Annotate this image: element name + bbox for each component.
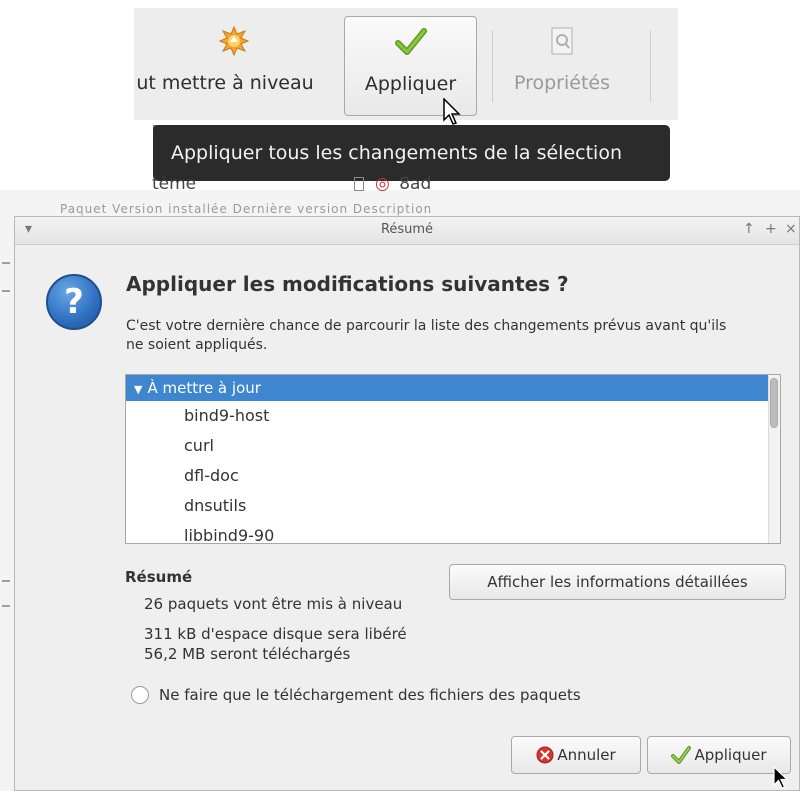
expander-down-icon[interactable]: ▼ [134, 383, 142, 396]
cancel-button[interactable]: Annuler [511, 736, 641, 774]
list-item[interactable]: curl [126, 431, 780, 461]
background-column-headers: Paquet Version installée Dernière versio… [60, 202, 433, 216]
background-row-text: 8ad [399, 174, 432, 194]
dialog-titlebar[interactable]: ▾ Résumé ↑ + × [15, 217, 799, 245]
cancel-icon [536, 746, 554, 764]
apply-toolbar-label: Appliquer [364, 73, 457, 95]
properties-icon [550, 24, 574, 58]
cancel-label: Annuler [557, 746, 616, 764]
apply-button[interactable]: Appliquer [647, 736, 791, 774]
properties-label: Propriétés [513, 72, 611, 94]
upgrade-star-icon [219, 24, 249, 58]
dialog-description: C'est votre dernière chance de parcourir… [126, 318, 727, 353]
list-item[interactable]: bind9-host [126, 401, 780, 431]
maximize-icon[interactable]: + [765, 221, 777, 237]
background-edge-mark [2, 290, 10, 292]
summary-dialog: ▾ Résumé ↑ + × ? Appliquer les modificat… [14, 216, 800, 791]
list-item[interactable]: dfl-doc [126, 461, 780, 491]
download-only-label: Ne faire que le téléchargement des fichi… [159, 686, 581, 704]
apply-tooltip: Appliquer tous les changements de la sél… [153, 125, 670, 181]
background-fragment: tème ◎ 8ad [152, 174, 431, 194]
toolbar: ut mettre à niveau Appliquer Propriétés [134, 8, 678, 120]
group-label: À mettre à jour [147, 379, 261, 397]
background-fragment-text: tème [152, 174, 197, 194]
scrollbar-thumb[interactable] [770, 378, 778, 428]
list-item[interactable]: dnsutils [126, 491, 780, 521]
apply-label: Appliquer [694, 746, 767, 764]
package-list[interactable]: ▼ À mettre à jour bind9-host curl dfl-doc… [125, 374, 781, 544]
upgrade-all-label: ut mettre à niveau [136, 72, 314, 94]
summary-disk-space: 311 kB d'espace disque sera libéré [144, 625, 407, 643]
summary-upgrades: 26 paquets vont être mis à niveau [144, 595, 403, 613]
background-row-icon: ◎ [374, 174, 390, 194]
dialog-title: Résumé [380, 222, 434, 237]
summary-label: Résumé [125, 568, 193, 586]
summary-download-size: 56,2 MB seront téléchargés [144, 645, 351, 663]
background-edge-mark [2, 262, 10, 264]
list-item[interactable]: libbind9-90 [126, 521, 780, 543]
checkmark-icon [671, 746, 692, 764]
show-details-button[interactable]: Afficher les informations détaillées [449, 564, 786, 600]
toolbar-separator [650, 30, 651, 102]
question-icon: ? [46, 274, 102, 330]
keep-above-icon[interactable]: ↑ [743, 221, 755, 237]
upgrade-all-button[interactable]: ut mettre à niveau [134, 16, 334, 116]
mouse-cursor [443, 97, 463, 130]
dialog-heading: Appliquer les modifications suivantes ? [126, 272, 569, 296]
background-edge-mark [2, 580, 10, 582]
download-only-option[interactable]: Ne faire que le téléchargement des fichi… [131, 686, 581, 704]
close-icon[interactable]: × [785, 221, 797, 237]
properties-button[interactable]: Propriétés [504, 16, 620, 116]
download-only-checkbox[interactable] [131, 686, 149, 704]
list-scrollbar[interactable] [768, 375, 780, 543]
checkmark-icon [394, 25, 427, 59]
background-checkbox [353, 177, 364, 191]
background-edge-mark [2, 605, 10, 607]
toolbar-separator [492, 30, 493, 102]
mouse-cursor [773, 765, 791, 794]
group-row-to-update[interactable]: ▼ À mettre à jour [126, 375, 768, 401]
